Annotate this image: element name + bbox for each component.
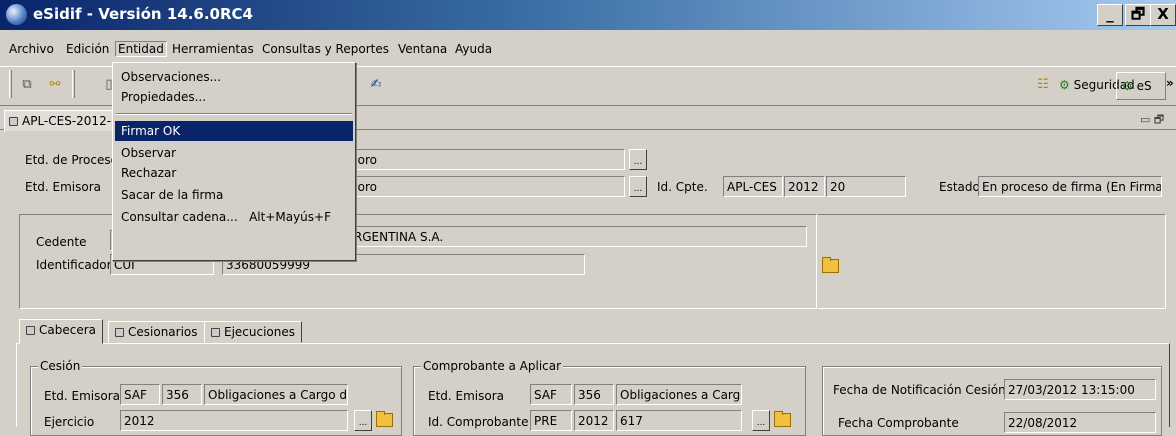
comprobante-etd-emisora-label: Etd. Emisora — [428, 389, 505, 403]
menu-item-observaciones[interactable]: Observaciones... — [115, 67, 353, 87]
toolbar-grip[interactable] — [9, 70, 12, 98]
lock-icon — [211, 328, 220, 337]
menu-separator — [116, 113, 352, 115]
folder-icon[interactable] — [821, 256, 839, 274]
id-cpte-type[interactable]: APL-CES — [723, 176, 783, 197]
id-comprobante-number[interactable]: 617 — [616, 410, 742, 431]
id-cpte-year[interactable]: 2012 — [784, 176, 825, 197]
etd-proceso-lookup-button[interactable]: ... — [629, 149, 647, 170]
fecha-notificacion-label: Fecha de Notificación Cesión — [833, 383, 1006, 397]
comprobante-etd-type[interactable]: SAF — [530, 384, 572, 405]
tab-cabecera-label: Cabecera — [39, 323, 96, 337]
sign-document-icon[interactable]: ✍ — [367, 76, 385, 94]
folder-icon[interactable] — [773, 410, 791, 428]
menu-item-consultar-cadena[interactable]: Consultar cadena... Alt+Mayús+F — [115, 207, 353, 227]
cesion-etd-emisora-label: Etd. Emisora — [44, 389, 121, 403]
security-icon: ⚙ — [1059, 78, 1070, 92]
id-comprobante-year[interactable]: 2012 — [574, 410, 614, 431]
document-tab-label: APL-CES-2012- — [22, 114, 112, 128]
estado-label: Estado — [939, 180, 980, 194]
maximize-button[interactable]: 🗗 — [1125, 4, 1151, 26]
tab-cesionarios[interactable]: Cesionarios — [108, 321, 205, 343]
menu-bar: Archivo Edición Entidad Herramientas Con… — [0, 40, 1176, 60]
id-comprobante-type[interactable]: PRE — [530, 410, 572, 431]
consultar-cadena-label: Consultar cadena... — [121, 210, 238, 224]
consultar-cadena-shortcut: Alt+Mayús+F — [249, 210, 331, 224]
entidad-dropdown-menu: Observaciones... Propiedades... Firmar O… — [112, 62, 356, 261]
restore-window-icon[interactable]: ⧉ — [18, 76, 36, 94]
menu-ayuda[interactable]: Ayuda — [455, 42, 492, 56]
tab-ejecuciones-label: Ejecuciones — [224, 325, 296, 339]
es-app-icon: ⚙ — [1122, 79, 1133, 93]
fecha-notificacion-field[interactable]: 27/03/2012 13:15:00 — [1004, 379, 1156, 400]
id-cpte-number[interactable]: 20 — [826, 176, 906, 197]
es-label: eS — [1136, 79, 1152, 93]
fecha-comprobante-label: Fecha Comprobante — [838, 416, 959, 430]
cedente-label: Cedente — [36, 235, 87, 249]
tab-cabecera[interactable]: Cabecera — [19, 319, 103, 344]
lock-icon — [26, 326, 35, 335]
comprobante-etd-code[interactable]: 356 — [574, 384, 614, 405]
comprobante-title: Comprobante a Aplicar — [421, 359, 564, 373]
identificador-label: Identificador — [36, 258, 112, 272]
menu-item-firmar-ok[interactable]: Firmar OK — [115, 121, 353, 141]
ejercicio-field[interactable]: 2012 — [120, 410, 348, 431]
etd-proceso-label: Etd. de Proceso — [25, 153, 118, 167]
etd-proceso-field[interactable]: esoro — [340, 149, 625, 170]
tab-cesionarios-label: Cesionarios — [128, 325, 198, 339]
menu-item-rechazar[interactable]: Rechazar — [115, 163, 353, 183]
comprobante-etd-name[interactable]: Obligaciones a Cargo — [616, 384, 742, 405]
cesion-etd-code[interactable]: 356 — [162, 384, 202, 405]
cesion-title: Cesión — [38, 359, 83, 373]
menu-entidad[interactable]: Entidad — [115, 41, 167, 57]
ejercicio-lookup-button[interactable]: ... — [354, 410, 372, 431]
tree-icon[interactable]: ⚯ — [46, 76, 64, 94]
lock-icon — [115, 328, 124, 337]
menu-item-propiedades[interactable]: Propiedades... — [115, 87, 353, 107]
cedente-side-panel — [818, 214, 1166, 309]
etd-emisora-lookup-button[interactable]: ... — [629, 176, 647, 197]
id-cpte-label: Id. Cpte. — [657, 180, 708, 194]
menu-item-observar[interactable]: Observar — [115, 143, 353, 163]
menu-archivo[interactable]: Archivo — [9, 42, 54, 56]
etd-emisora-field[interactable]: esoro — [340, 176, 625, 197]
estado-field[interactable]: En proceso de firma (En Firma — [978, 176, 1162, 197]
window-title: eSidif - Versión 14.6.0RC4 — [33, 5, 253, 23]
es-button[interactable]: ⚙ eS — [1116, 72, 1166, 100]
menu-herramientas[interactable]: Herramientas — [172, 42, 254, 56]
tab-ejecuciones[interactable]: Ejecuciones — [204, 321, 303, 343]
cesion-etd-type[interactable]: SAF — [120, 384, 160, 405]
menu-edicion[interactable]: Edición — [66, 42, 109, 56]
seguridad-button[interactable]: ⚙ Seguridad — [1054, 72, 1135, 100]
id-comprobante-lookup-button[interactable]: ... — [752, 410, 770, 431]
menu-ventana[interactable]: Ventana — [398, 42, 447, 56]
folder-icon[interactable] — [375, 410, 393, 428]
app-icon — [6, 4, 27, 25]
inner-window-controls[interactable]: ▭ 🗗 — [1140, 111, 1164, 130]
document-tab[interactable]: APL-CES-2012- — [4, 110, 117, 132]
fecha-comprobante-field[interactable]: 22/08/2012 — [1004, 412, 1156, 433]
toolbar-overflow-icon[interactable]: » — [1166, 76, 1174, 90]
menu-item-sacar-de-la-firma[interactable]: Sacar de la firma — [115, 185, 353, 205]
close-button[interactable]: X — [1150, 4, 1176, 26]
minimize-button[interactable]: _ — [1097, 4, 1123, 26]
etd-emisora-label: Etd. Emisora — [25, 180, 102, 194]
properties-icon[interactable]: ☷ — [1034, 76, 1052, 94]
toolbar-separator — [72, 70, 75, 98]
cesion-etd-name[interactable]: Obligaciones a Cargo de — [204, 384, 348, 405]
lock-icon — [9, 117, 18, 126]
menu-consultas-reportes[interactable]: Consultas y Reportes — [262, 42, 389, 56]
